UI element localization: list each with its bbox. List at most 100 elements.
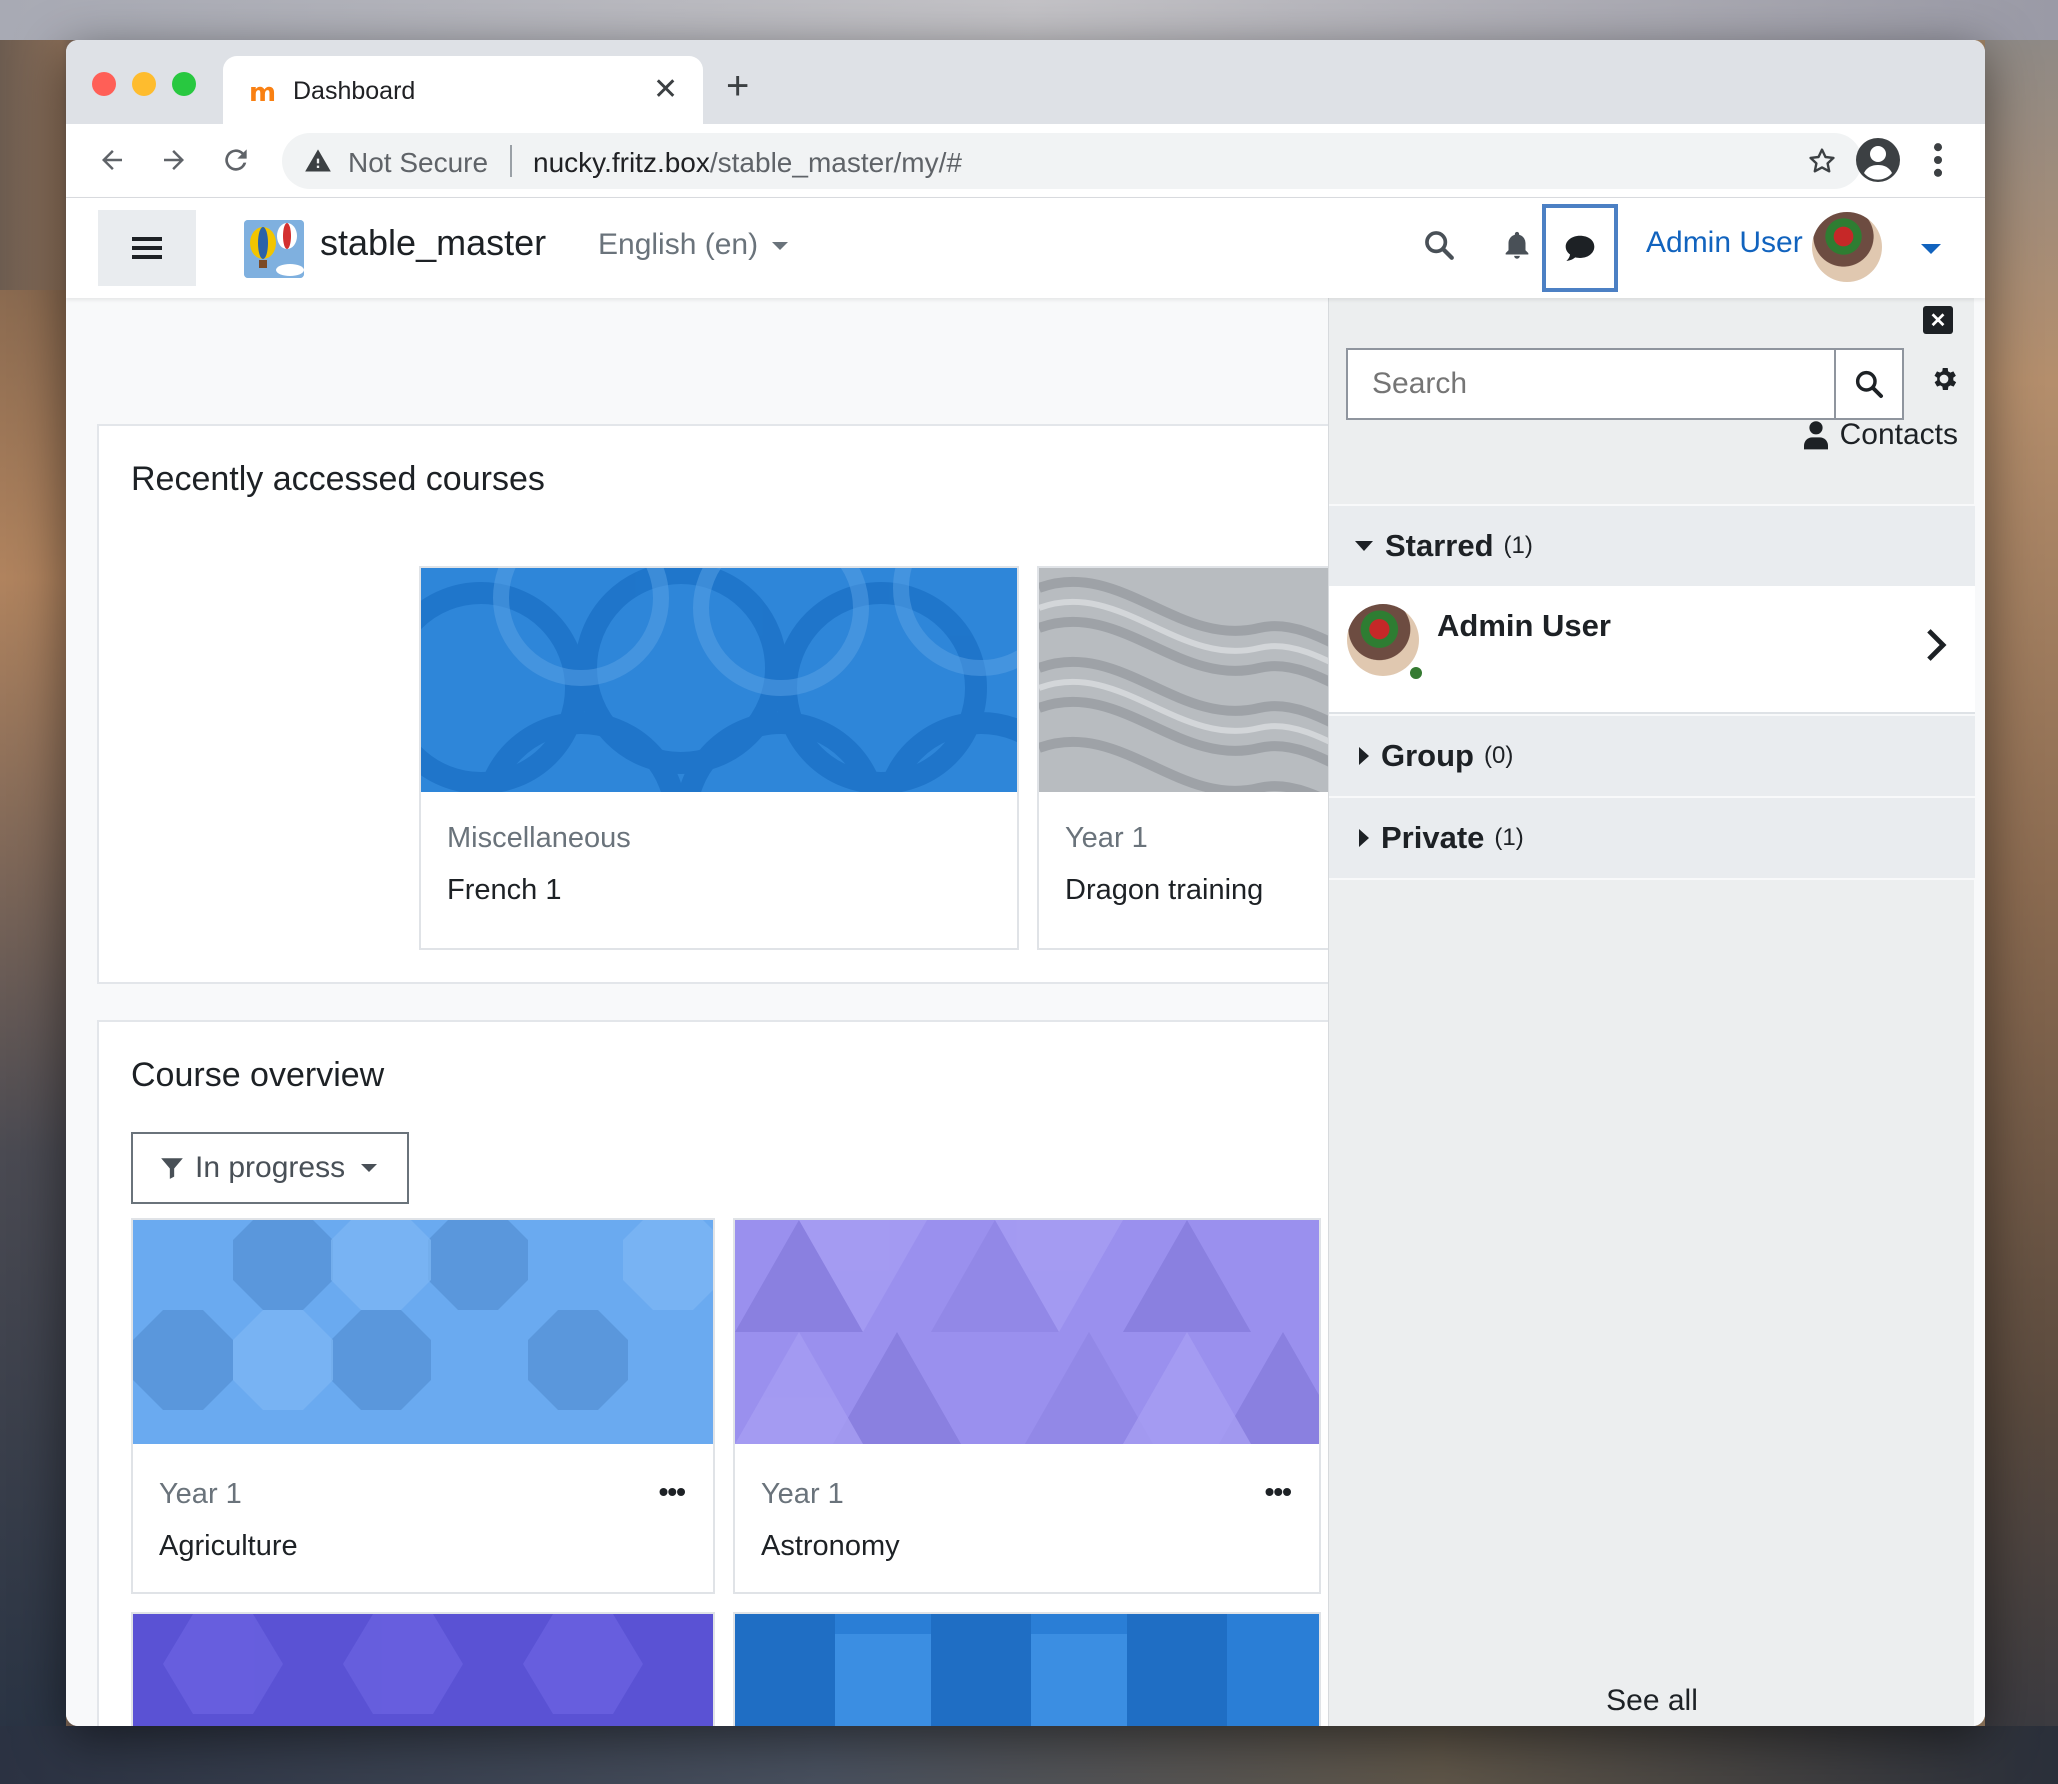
block-title: Course overview	[131, 1056, 385, 1094]
course-card[interactable]: Year 1 ••• Agriculture	[131, 1218, 715, 1594]
browser-toolbar: Not Secure nucky.fritz.box/stable_master…	[66, 124, 1985, 198]
hamburger-icon	[132, 237, 162, 259]
tab-strip: m Dashboard ✕ +	[66, 40, 1985, 124]
user-icon	[1803, 421, 1828, 450]
online-status-indicator	[1407, 664, 1425, 682]
security-label[interactable]: Not Secure	[348, 147, 488, 179]
search-icon[interactable]	[1422, 228, 1456, 262]
message-search-input[interactable]	[1346, 348, 1836, 420]
search-icon	[1855, 370, 1883, 398]
tab-close-icon[interactable]: ✕	[653, 72, 678, 107]
chevron-right-icon	[1927, 629, 1947, 661]
caret-right-icon	[1359, 829, 1369, 847]
course-card[interactable]: Miscellaneous French 1	[419, 566, 1019, 950]
bookmark-star-icon[interactable]	[1806, 145, 1838, 177]
course-category: Miscellaneous	[447, 822, 631, 854]
caret-down-icon	[361, 1164, 378, 1172]
chat-bubble-icon	[1565, 235, 1595, 261]
filter-icon	[161, 1158, 183, 1179]
arrow-left-icon	[102, 150, 122, 170]
site-name[interactable]: stable_master	[320, 222, 546, 264]
see-all-link[interactable]: See all	[1329, 1684, 1975, 1718]
messages-toggle-button[interactable]	[1542, 204, 1618, 292]
conversation-item[interactable]: Admin User	[1329, 586, 1975, 714]
course-actions-menu[interactable]: •••	[659, 1476, 686, 1508]
url-text[interactable]: nucky.fritz.box/stable_master/my/#	[533, 147, 962, 179]
course-name[interactable]: Agriculture	[159, 1530, 298, 1563]
gear-icon[interactable]	[1929, 364, 1959, 394]
reload-button[interactable]	[212, 136, 260, 184]
desktop-wallpaper-left	[0, 290, 66, 1730]
course-name[interactable]: Astronomy	[761, 1530, 900, 1563]
section-count: (0)	[1484, 742, 1514, 769]
browser-window: m Dashboard ✕ + Not Secure nucky.fritz.b…	[66, 40, 1985, 1726]
contact-name: Admin User	[1437, 608, 1611, 643]
section-label: Group	[1381, 738, 1474, 773]
contacts-link[interactable]: Contacts	[1803, 418, 1958, 452]
course-card[interactable]: Year 1 ••• Astronomy	[733, 1218, 1321, 1594]
course-image	[735, 1614, 1319, 1726]
section-count: (1)	[1503, 532, 1533, 559]
section-label: Private	[1381, 820, 1485, 855]
section-count: (1)	[1494, 824, 1524, 851]
section-starred[interactable]: Starred (1)	[1329, 504, 1975, 588]
new-tab-button[interactable]: +	[726, 64, 749, 109]
course-image	[421, 568, 1017, 792]
course-name[interactable]: French 1	[447, 874, 561, 907]
close-window-button[interactable]	[92, 72, 116, 96]
user-menu-name[interactable]: Admin User	[1646, 226, 1803, 260]
course-category: Year 1	[761, 1478, 844, 1510]
close-icon[interactable]: ✕	[1923, 306, 1953, 334]
block-title: Recently accessed courses	[131, 460, 545, 498]
filter-dropdown[interactable]: In progress	[131, 1132, 409, 1204]
divider	[510, 145, 512, 177]
url-path: /stable_master/my/#	[709, 147, 962, 178]
site-navbar: stable_master English (en) Admin User	[66, 198, 1985, 298]
user-avatar[interactable]	[1812, 212, 1882, 282]
filter-label: In progress	[195, 1151, 346, 1184]
tab-dashboard[interactable]: m Dashboard ✕	[223, 56, 703, 124]
warning-icon	[305, 149, 331, 172]
language-menu[interactable]: English (en)	[598, 228, 789, 262]
caret-right-icon	[1359, 747, 1369, 765]
drawer-toggle-button[interactable]	[98, 210, 196, 286]
url-host: nucky.fritz.box	[533, 147, 710, 178]
caret-down-icon	[772, 242, 789, 251]
contacts-label: Contacts	[1839, 418, 1958, 451]
course-overview-block: Course overview In progress Year 1 ••• A…	[97, 1020, 1397, 1726]
forward-button[interactable]	[150, 136, 198, 184]
recently-accessed-block: Recently accessed courses Miscellaneous …	[97, 424, 1637, 984]
course-image	[133, 1220, 713, 1444]
course-image	[133, 1614, 713, 1726]
section-label: Starred	[1385, 528, 1494, 563]
section-group[interactable]: Group (0)	[1329, 714, 1975, 798]
messages-drawer: ✕ Contacts Starred (1) Admin User Group …	[1328, 298, 1975, 1726]
profile-icon[interactable]	[1854, 136, 1902, 184]
course-card[interactable]	[733, 1612, 1321, 1726]
browser-menu-icon[interactable]	[1928, 138, 1948, 182]
notification-bell-icon[interactable]	[1500, 228, 1534, 264]
course-category: Year 1	[1065, 822, 1148, 854]
caret-down-icon	[1355, 541, 1373, 551]
user-menu-caret-icon[interactable]	[1921, 244, 1941, 254]
language-label: English (en)	[598, 228, 759, 261]
minimize-window-button[interactable]	[132, 72, 156, 96]
tab-title: Dashboard	[293, 77, 416, 105]
course-actions-menu[interactable]: •••	[1265, 1476, 1292, 1508]
course-category: Year 1	[159, 1478, 242, 1510]
reload-icon	[225, 149, 247, 171]
section-private[interactable]: Private (1)	[1329, 796, 1975, 880]
site-logo-icon[interactable]	[244, 220, 304, 278]
course-card[interactable]	[131, 1612, 715, 1726]
zoom-window-button[interactable]	[172, 72, 196, 96]
desktop-wallpaper	[0, 0, 2058, 40]
address-bar[interactable]: Not Secure nucky.fritz.box/stable_master…	[282, 133, 1862, 189]
course-image	[735, 1220, 1319, 1444]
desktop-wallpaper-right	[1985, 40, 2058, 1740]
moodle-favicon-icon: m	[249, 78, 277, 108]
contact-avatar	[1347, 604, 1419, 676]
message-search-button[interactable]	[1836, 348, 1904, 420]
back-button[interactable]	[88, 136, 136, 184]
arrow-right-icon	[164, 150, 184, 170]
course-name[interactable]: Dragon training	[1065, 874, 1263, 907]
